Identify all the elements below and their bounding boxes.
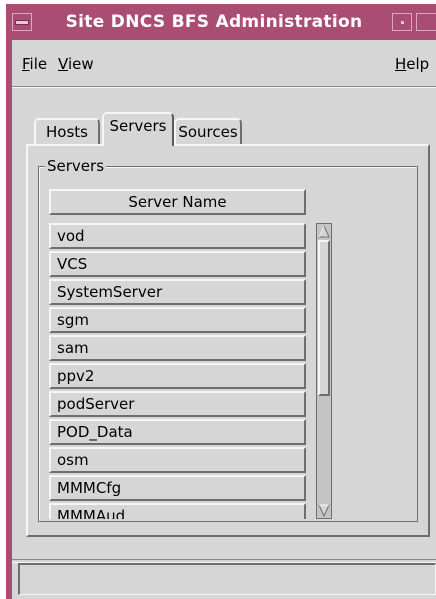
list-item[interactable]: VCS <box>49 251 306 277</box>
list-item[interactable]: sam <box>49 335 306 361</box>
list-item[interactable]: ppv2 <box>49 363 306 389</box>
list-item[interactable]: sgm <box>49 307 306 333</box>
menu-bar: File View Help <box>12 40 436 87</box>
scroll-up-arrow-icon[interactable] <box>318 225 330 239</box>
menu-help-mnemonic: H <box>395 55 407 73</box>
list-item[interactable]: MMMAud <box>49 503 306 519</box>
list-item[interactable]: POD_Data <box>49 419 306 445</box>
servers-list[interactable]: vod VCS SystemServer sgm sam ppv2 podSer… <box>49 223 306 519</box>
servers-list-scrollbar[interactable] <box>316 223 332 519</box>
application-window: Site DNCS BFS Administration File View H… <box>6 4 436 599</box>
window-title: Site DNCS BFS Administration <box>65 12 363 32</box>
menu-file-label: ile <box>29 55 48 73</box>
client-area: File View Help Hosts Servers Sources Ser… <box>12 40 436 599</box>
minimize-icon[interactable] <box>392 13 412 31</box>
list-item[interactable]: podServer <box>49 391 306 417</box>
status-bar <box>18 563 436 595</box>
servers-group-label: Servers <box>45 156 107 176</box>
menu-help-label: elp <box>406 55 430 73</box>
scroll-down-arrow-icon[interactable] <box>318 503 330 517</box>
tab-servers[interactable]: Servers <box>102 112 174 146</box>
menu-file[interactable]: File <box>22 55 47 73</box>
tab-hosts[interactable]: Hosts <box>34 118 100 144</box>
scrollbar-thumb[interactable] <box>318 240 330 396</box>
tab-sources[interactable]: Sources <box>174 118 242 144</box>
menu-view[interactable]: View <box>58 55 94 73</box>
maximize-icon[interactable] <box>416 13 436 31</box>
menu-help[interactable]: Help <box>395 55 429 73</box>
list-item[interactable]: osm <box>49 447 306 473</box>
list-item[interactable]: vod <box>49 223 306 249</box>
menu-view-mnemonic: V <box>58 55 68 73</box>
servers-group: Servers Server Name vod VCS SystemServer… <box>38 156 418 522</box>
list-item[interactable]: MMMCfg <box>49 475 306 501</box>
menu-file-mnemonic: F <box>22 55 30 73</box>
server-name-column-header[interactable]: Server Name <box>49 189 306 215</box>
servers-tab-panel: Servers Server Name vod VCS SystemServer… <box>26 144 430 537</box>
title-bar[interactable]: Site DNCS BFS Administration <box>6 4 436 40</box>
menu-view-label: iew <box>67 55 94 73</box>
tab-strip: Hosts Servers Sources <box>30 112 430 146</box>
window-menu-icon[interactable] <box>12 13 32 31</box>
list-item[interactable]: SystemServer <box>49 279 306 305</box>
